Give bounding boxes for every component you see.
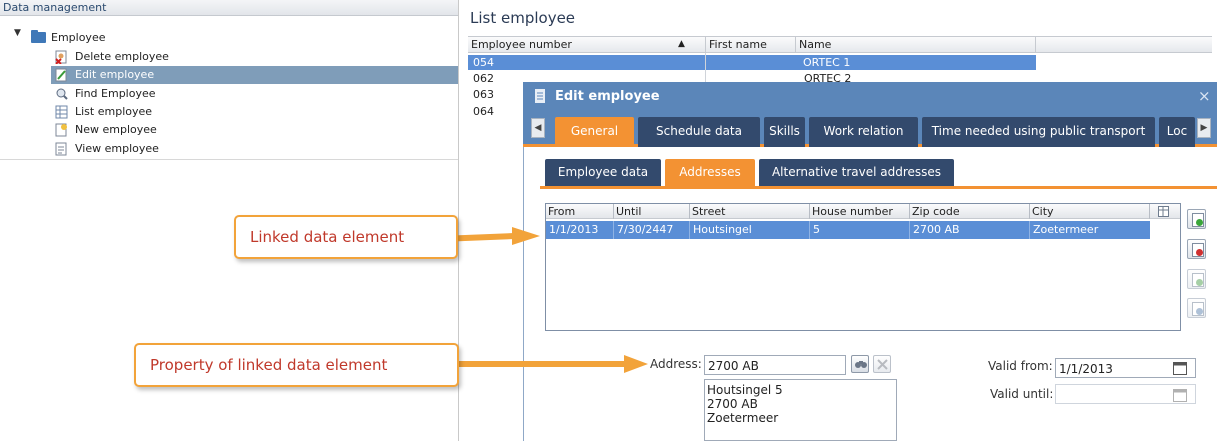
employee-grid-header: Employee number ▲ First name Name bbox=[468, 36, 1212, 53]
calendar-icon[interactable] bbox=[1173, 361, 1187, 375]
table-row-name[interactable]: ORTEC 2 bbox=[804, 71, 851, 82]
delete-address-button[interactable] bbox=[1187, 239, 1206, 259]
tree-item-label: Edit employee bbox=[75, 68, 155, 81]
address-line: Zoetermeer bbox=[707, 411, 779, 425]
view-employee-icon bbox=[55, 142, 67, 156]
subtab-alternative-travel-addresses[interactable]: Alternative travel addresses bbox=[759, 159, 954, 187]
find-address-button[interactable] bbox=[851, 355, 869, 373]
edit-employee-icon bbox=[55, 68, 67, 82]
tree-divider bbox=[0, 159, 458, 160]
tab-time-needed-public-transport[interactable]: Time needed using public transport bbox=[922, 117, 1155, 147]
callout-linked-data-element: Linked data element bbox=[234, 215, 458, 259]
list-employee-title: List employee bbox=[470, 9, 576, 27]
calendar-icon[interactable] bbox=[1173, 388, 1187, 402]
tree-item-label: List employee bbox=[75, 105, 153, 118]
clear-icon bbox=[877, 359, 888, 370]
address-field[interactable]: 2700 AB bbox=[704, 355, 846, 375]
column-name[interactable]: Name bbox=[796, 37, 1036, 52]
view-address-button[interactable] bbox=[1187, 298, 1206, 318]
column-from[interactable]: From bbox=[546, 204, 614, 219]
folder-icon bbox=[31, 30, 46, 43]
cell-from: 1/1/2013 bbox=[546, 221, 614, 239]
add-address-button[interactable] bbox=[1187, 209, 1206, 229]
tree-item-label: View employee bbox=[75, 142, 159, 155]
column-house-number[interactable]: House number bbox=[810, 204, 910, 219]
tab-scroll-left-button[interactable]: ◀ bbox=[531, 118, 545, 138]
tab-scroll-right-button[interactable]: ▶ bbox=[1197, 118, 1211, 138]
valid-from-label: Valid from: bbox=[988, 359, 1053, 373]
column-zip-code[interactable]: Zip code bbox=[910, 204, 1030, 219]
tab-schedule-data[interactable]: Schedule data bbox=[638, 117, 760, 147]
column-divider bbox=[705, 53, 706, 83]
tab-skills[interactable]: Skills bbox=[764, 117, 805, 147]
cell-city: Zoetermeer bbox=[1033, 223, 1099, 236]
column-city[interactable]: City bbox=[1030, 204, 1150, 219]
expand-arrow-icon[interactable]: ▼ bbox=[14, 28, 21, 38]
table-row[interactable]: 054 bbox=[468, 55, 706, 70]
find-employee-icon bbox=[56, 88, 68, 100]
sort-ascending-icon: ▲ bbox=[678, 39, 685, 49]
address-line: 2700 AB bbox=[707, 397, 758, 411]
cell-until: 7/30/2447 bbox=[614, 221, 690, 239]
tab-loc[interactable]: Loc bbox=[1159, 117, 1195, 147]
edit-address-button[interactable] bbox=[1187, 269, 1206, 289]
address-details-box: Houtsingel 5 2700 AB Zoetermeer bbox=[704, 379, 897, 441]
column-chooser-icon[interactable] bbox=[1158, 206, 1169, 217]
address-label: Address: bbox=[650, 357, 702, 371]
addresses-grid-header: From Until Street House number Zip code … bbox=[546, 204, 1180, 219]
list-employee-icon bbox=[55, 105, 68, 119]
clear-address-button[interactable] bbox=[873, 355, 891, 373]
tree-item-label: Find Employee bbox=[75, 87, 156, 100]
tree-item-label: Delete employee bbox=[75, 50, 169, 63]
tree-item-list-employee[interactable]: List employee bbox=[51, 103, 458, 121]
column-until[interactable]: Until bbox=[614, 204, 690, 219]
tree-root-employee[interactable]: Employee bbox=[51, 30, 105, 46]
tree-item-label: New employee bbox=[75, 123, 157, 136]
table-row[interactable]: 1/1/2013 7/30/2447 Houtsingel 5 2700 AB … bbox=[546, 221, 1150, 239]
subtab-underline bbox=[540, 186, 1217, 189]
tree-item-edit-employee[interactable]: Edit employee bbox=[51, 66, 458, 84]
subtab-addresses[interactable]: Addresses bbox=[665, 159, 755, 187]
delete-employee-icon bbox=[55, 50, 67, 64]
new-employee-icon bbox=[55, 123, 67, 137]
close-icon[interactable]: × bbox=[1198, 82, 1211, 111]
tab-general[interactable]: General bbox=[555, 117, 634, 147]
tab-work-relation[interactable]: Work relation bbox=[809, 117, 918, 147]
dialog-titlebar: Edit employee × bbox=[523, 82, 1217, 111]
subtab-employee-data[interactable]: Employee data bbox=[545, 159, 661, 187]
tree-item-find-employee[interactable]: Find Employee bbox=[51, 85, 458, 103]
column-first-name[interactable]: First name bbox=[706, 37, 796, 52]
table-row-name[interactable]: ORTEC 1 bbox=[706, 55, 1036, 70]
cell-house-number: 5 bbox=[810, 221, 910, 239]
valid-until-label: Valid until: bbox=[990, 387, 1054, 401]
callout-property-linked-data-element: Property of linked data element bbox=[134, 343, 459, 387]
tree-item-view-employee[interactable]: View employee bbox=[51, 140, 458, 158]
data-management-header: Data management bbox=[0, 0, 458, 16]
binoculars-icon bbox=[855, 361, 867, 368]
tree-item-delete-employee[interactable]: Delete employee bbox=[51, 48, 458, 66]
address-line: Houtsingel 5 bbox=[707, 383, 783, 397]
column-street[interactable]: Street bbox=[690, 204, 810, 219]
dialog-title: Edit employee bbox=[555, 89, 660, 104]
tree-item-new-employee[interactable]: New employee bbox=[51, 121, 458, 139]
cell-zip-code: 2700 AB bbox=[910, 221, 1030, 239]
column-employee-number[interactable]: Employee number ▲ bbox=[468, 37, 706, 52]
cell-street: Houtsingel bbox=[690, 221, 810, 239]
dialog-icon bbox=[535, 89, 545, 103]
